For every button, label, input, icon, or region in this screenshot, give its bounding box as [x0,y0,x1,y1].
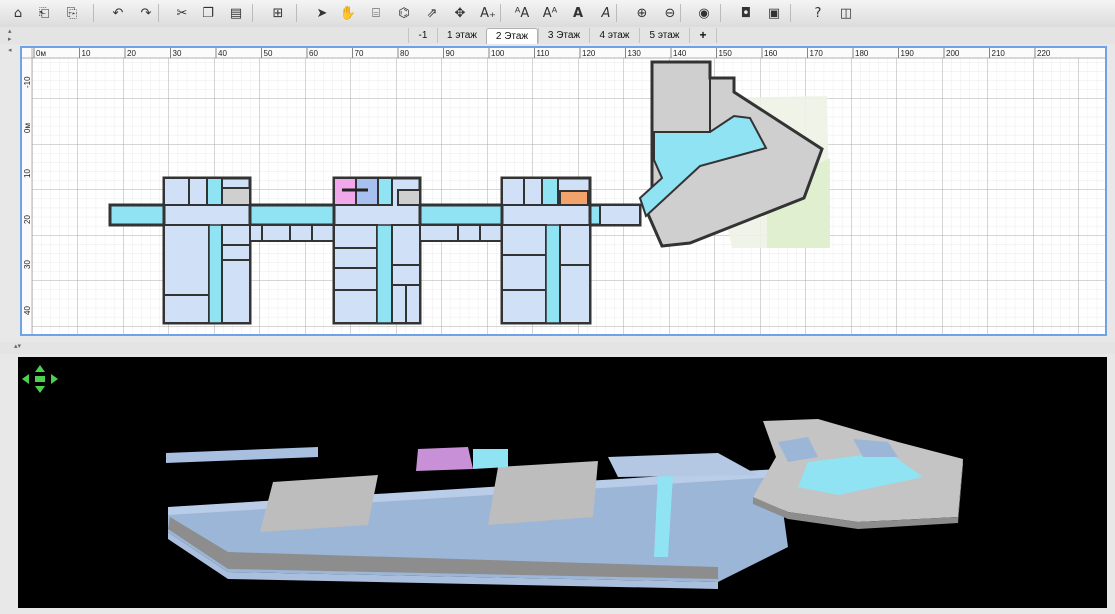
aerial-view-icon[interactable]: ◉ [694,3,714,23]
split-divider[interactable]: ▴▾ [0,342,1115,354]
collapse-arrow-icon[interactable]: ▴ [8,27,12,35]
ruler-x-tick-label: 160 [764,49,778,58]
connector-rooms-right[interactable] [419,224,503,242]
bold-text-icon[interactable]: A [568,3,588,23]
side-collapse-icon[interactable]: ◂ [8,46,12,54]
tab-level-4[interactable]: 4 этаж [589,28,639,43]
toolbar-separator [252,4,253,22]
ruler-x-tick-label: 40 [218,49,227,58]
add-level-tab[interactable]: + [689,28,717,43]
toolbar-separator [158,4,159,22]
ruler-x-tick-label: 20 [127,49,136,58]
zoom-in-icon[interactable]: ⊕ [632,3,652,23]
ruler-x-tick-label: 180 [855,49,869,58]
zoom-out-icon[interactable]: ⊖ [660,3,680,23]
ruler-x-tick-label: 70 [355,49,364,58]
middle-block[interactable] [332,176,422,325]
building-3d-main[interactable] [166,447,788,589]
divider-arrows-icon[interactable]: ▴▾ [14,342,21,350]
ruler-x-tick-label: 190 [901,49,915,58]
ruler-x-tick-label: 220 [1037,49,1051,58]
3d-view[interactable] [18,357,1107,608]
help-icon[interactable]: ? [808,3,828,23]
toolbar-separator [720,4,721,22]
right-block[interactable] [500,176,592,325]
create-polylines-icon[interactable]: ⌬ [394,3,414,23]
create-walls-icon[interactable]: ✥ [450,3,470,23]
ruler-y-tick-label: 40 [23,306,32,315]
new-home-icon[interactable]: ⌂ [8,3,28,23]
about-icon[interactable]: ◫ [836,3,856,23]
undo-icon[interactable]: ↶ [108,3,128,23]
redo-icon[interactable]: ↷ [136,3,156,23]
ruler-x-tick-label: 110 [537,49,550,58]
ruler-x-tick-label: 150 [719,49,733,58]
ruler-x-tick-label: 80 [400,49,409,58]
ruler-y-tick-label: -10 [23,76,32,88]
pan-icon[interactable]: ✋ [338,3,358,23]
toolbar-separator [93,4,94,22]
ruler-y-tick-label: 30 [23,260,32,269]
tab-level-1[interactable]: 1 этаж [437,28,486,43]
ruler-x-tick-label: 140 [673,49,687,58]
decrease-text-size-icon[interactable]: Aᴬ [540,3,560,23]
toolbar-separator [616,4,617,22]
add-text-icon[interactable]: A₊ [478,3,498,23]
create-rooms-icon[interactable]: ⌸ [366,3,386,23]
add-furniture-icon[interactable]: ⊞ [268,3,288,23]
ruler-x-tick-label: 100 [491,49,505,58]
main-toolbar: ⌂ ⎗ ⎘ ↶ ↷ ✂ ❐ ▤ ⊞ ➤ ✋ ⌸ ⌬ ⇗ ✥ A₊ ᴬA Aᴬ A A ⊕ ⊖ ◉ ◘ ▣? ◫ [0,0,1115,28]
tab-level-minus-1[interactable]: -1 [408,28,437,43]
toolbar-separator [680,4,681,22]
building-3d-annex[interactable] [753,419,963,529]
left-block[interactable] [162,176,252,325]
cut-icon[interactable]: ✂ [172,3,192,23]
ruler-vertical [22,48,32,334]
ruler-x-tick-label: 90 [446,49,455,58]
ruler-x-tick-label: 210 [992,49,1006,58]
ruler-x-tick-label: 170 [810,49,824,58]
level-tabs: ▴ ▸ -1 1 этаж 2 Этаж 3 Этаж 4 этаж 5 эта… [0,27,1115,44]
plan-view[interactable]: 0м 10 20 30 40 50 60 70 80 90 100 110 120 130 140 150 16… [20,46,1107,336]
passage-room[interactable] [599,204,641,226]
expand-arrow-icon[interactable]: ▸ [8,35,12,43]
ruler-x-tick-label: 50 [264,49,273,58]
toolbar-separator [296,4,297,22]
create-dimensions-icon[interactable]: ⇗ [422,3,442,23]
ruler-y-tick-label: 20 [23,215,32,224]
tab-level-5[interactable]: 5 этаж [639,28,689,43]
copy-icon[interactable]: ❐ [198,3,218,23]
ruler-x-tick-label: 200 [946,49,960,58]
ruler-x-tick-label: 0м [36,49,46,58]
select-icon[interactable]: ➤ [312,3,332,23]
ruler-x-tick-label: 30 [173,49,182,58]
ruler-x-tick-label: 120 [582,49,596,58]
orange-room [559,190,589,206]
plan-canvas[interactable]: 0м 10 20 30 40 50 60 70 80 90 100 110 120 130 140 150 16… [22,48,1105,334]
create-photo-icon[interactable]: ◘ [736,3,756,23]
ruler-x-tick-label: 130 [628,49,642,58]
save-icon[interactable]: ⎘ [62,3,82,23]
navigation-arrows-icon[interactable] [22,365,58,393]
paste-icon[interactable]: ▤ [226,3,246,23]
3d-canvas[interactable] [18,357,1107,608]
ruler-y-tick-label: 0м [23,123,32,133]
tab-level-3[interactable]: 3 Этаж [538,28,589,43]
ruler-horizontal [22,48,1105,58]
connector-rooms-left[interactable] [249,224,335,242]
tab-level-2[interactable]: 2 Этаж [486,28,538,44]
ruler-y-tick-label: 10 [23,169,32,178]
ruler-x-tick-label: 60 [309,49,318,58]
increase-text-size-icon[interactable]: ᴬA [512,3,532,23]
create-video-icon[interactable]: ▣ [764,3,784,23]
toolbar-separator [500,4,501,22]
open-icon[interactable]: ⎗ [34,3,54,23]
ruler-x-tick-label: 10 [82,49,91,58]
italic-text-icon[interactable]: A [596,3,616,23]
toolbar-separator [790,4,791,22]
